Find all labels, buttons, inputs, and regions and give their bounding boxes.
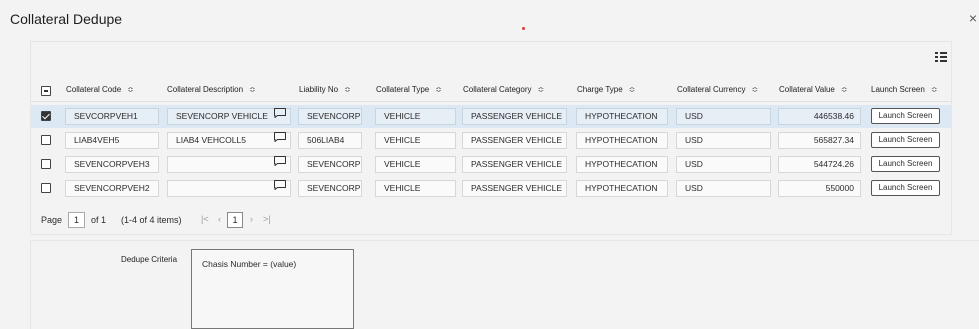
sort-icon[interactable]: ≎ bbox=[629, 85, 636, 94]
collateral-description-cell: SEVENCORP VEHICLE bbox=[167, 108, 291, 125]
launch-screen-button[interactable]: Launch Screen bbox=[871, 132, 940, 148]
collateral-currency-cell: USD bbox=[676, 156, 771, 173]
last-page-icon[interactable]: >| bbox=[263, 214, 271, 224]
collateral-currency-cell: USD bbox=[676, 132, 771, 149]
collateral-description-cell bbox=[167, 156, 291, 173]
collateral-value-cell: 544724.26 bbox=[778, 156, 861, 173]
page-count-label: of 1 bbox=[91, 215, 107, 225]
collateral-code-cell: SEVENCORPVEH2 bbox=[65, 180, 159, 197]
header-label: Launch Screen bbox=[871, 85, 925, 94]
dedupe-criteria-textarea[interactable]: Chasis Number = (value) bbox=[191, 249, 354, 329]
header-liability-no[interactable]: Liability No ≎ bbox=[299, 85, 351, 94]
pagination-bar: Page 1 of 1 (1-4 of 4 items) |< ‹ 1 › >| bbox=[31, 209, 951, 231]
page-label: Page bbox=[41, 215, 63, 225]
next-page-icon[interactable]: › bbox=[250, 214, 253, 224]
table-row[interactable]: SEVENCORPVEH3 SEVENCORP VEHICLE PASSENGE… bbox=[31, 153, 951, 176]
header-collateral-category[interactable]: Collateral Category ≎ bbox=[463, 85, 544, 94]
sort-icon[interactable]: ≎ bbox=[931, 85, 938, 94]
header-collateral-type[interactable]: Collateral Type ≎ bbox=[376, 85, 442, 94]
header-label: Collateral Code bbox=[66, 85, 122, 94]
page-number-input[interactable]: 1 bbox=[68, 212, 85, 228]
dedupe-criteria-label: Dedupe Criteria bbox=[121, 255, 178, 264]
row-checkbox[interactable] bbox=[41, 135, 51, 145]
liability-no-cell: 506LIAB4 bbox=[298, 132, 362, 149]
items-count-label: (1-4 of 4 items) bbox=[121, 215, 182, 225]
header-collateral-currency[interactable]: Collateral Currency ≎ bbox=[677, 85, 758, 94]
collateral-category-cell: PASSENGER VEHICLE bbox=[462, 180, 567, 197]
header-collateral-description[interactable]: Collateral Description ≎ bbox=[167, 85, 256, 94]
collateral-value-cell: 446538.46 bbox=[778, 108, 861, 125]
dialog-title: Collateral Dedupe bbox=[10, 11, 123, 27]
sort-icon[interactable]: ≎ bbox=[435, 85, 442, 94]
table-row[interactable]: LIAB4VEH5 LIAB4 VEHCOLL5 506LIAB4 VEHICL… bbox=[31, 129, 951, 152]
dialog-header: Collateral Dedupe × bbox=[0, 0, 979, 40]
charge-type-cell: HYPOTHECATION bbox=[576, 108, 668, 125]
header-collateral-code[interactable]: Collateral Code ≎ bbox=[66, 85, 134, 94]
header-label: Collateral Type bbox=[376, 85, 430, 94]
collateral-currency-cell: USD bbox=[676, 108, 771, 125]
collateral-grid: Collateral Code ≎ Collateral Description ≎… bbox=[30, 41, 952, 235]
collateral-value-cell: 565827.34 bbox=[778, 132, 861, 149]
current-page-button[interactable]: 1 bbox=[227, 212, 243, 228]
sort-icon[interactable]: ≎ bbox=[127, 85, 134, 94]
comment-icon[interactable] bbox=[274, 180, 286, 190]
collateral-type-cell: VEHICLE bbox=[375, 180, 456, 197]
collateral-type-cell: VEHICLE bbox=[375, 156, 456, 173]
select-all-checkbox[interactable] bbox=[41, 86, 51, 96]
header-label: Collateral Value bbox=[779, 85, 835, 94]
sort-icon[interactable]: ≎ bbox=[249, 85, 256, 94]
header-label: Collateral Category bbox=[463, 85, 532, 94]
launch-screen-button[interactable]: Launch Screen bbox=[871, 108, 940, 124]
liability-no-cell: SEVENCORP bbox=[298, 108, 362, 125]
table-row[interactable]: SEVCORPVEH1 SEVENCORP VEHICLE SEVENCORP … bbox=[31, 105, 951, 128]
collateral-type-cell: VEHICLE bbox=[375, 132, 456, 149]
launch-screen-button[interactable]: Launch Screen bbox=[871, 156, 940, 172]
collateral-category-cell: PASSENGER VEHICLE bbox=[462, 108, 567, 125]
collateral-description-cell bbox=[167, 180, 291, 197]
liability-no-cell: SEVENCORP bbox=[298, 180, 362, 197]
previous-page-icon[interactable]: ‹ bbox=[218, 214, 221, 224]
header-label: Collateral Description bbox=[167, 85, 244, 94]
comment-icon[interactable] bbox=[274, 108, 286, 118]
launch-screen-button[interactable]: Launch Screen bbox=[871, 180, 940, 196]
collateral-category-cell: PASSENGER VEHICLE bbox=[462, 132, 567, 149]
header-charge-type[interactable]: Charge Type ≎ bbox=[577, 85, 635, 94]
header-collateral-value[interactable]: Collateral Value ≎ bbox=[779, 85, 848, 94]
liability-no-cell: SEVENCORP bbox=[298, 156, 362, 173]
row-checkbox[interactable] bbox=[41, 111, 51, 121]
status-dot bbox=[522, 27, 525, 30]
row-checkbox[interactable] bbox=[41, 159, 51, 169]
comment-icon[interactable] bbox=[274, 156, 286, 166]
sort-icon[interactable]: ≎ bbox=[344, 85, 351, 94]
collateral-description-cell: LIAB4 VEHCOLL5 bbox=[167, 132, 291, 149]
collateral-type-cell: VEHICLE bbox=[375, 108, 456, 125]
header-launch-screen[interactable]: Launch Screen ≎ bbox=[871, 85, 938, 94]
header-label: Liability No bbox=[299, 85, 339, 94]
collateral-category-cell: PASSENGER VEHICLE bbox=[462, 156, 567, 173]
header-label: Charge Type bbox=[577, 85, 623, 94]
sort-icon[interactable]: ≎ bbox=[841, 85, 848, 94]
sort-icon[interactable]: ≎ bbox=[537, 85, 544, 94]
header-label: Collateral Currency bbox=[677, 85, 746, 94]
grid-header-row: Collateral Code ≎ Collateral Description ≎… bbox=[31, 80, 951, 102]
collateral-code-cell: SEVCORPVEH1 bbox=[65, 108, 159, 125]
charge-type-cell: HYPOTHECATION bbox=[576, 180, 668, 197]
collateral-value-cell: 550000 bbox=[778, 180, 861, 197]
row-checkbox[interactable] bbox=[41, 183, 51, 193]
column-settings-icon[interactable] bbox=[935, 52, 947, 62]
collateral-code-cell: SEVENCORPVEH3 bbox=[65, 156, 159, 173]
table-row[interactable]: SEVENCORPVEH2 SEVENCORP VEHICLE PASSENGE… bbox=[31, 177, 951, 200]
dedupe-criteria-panel: Dedupe Criteria Chasis Number = (value) bbox=[30, 240, 979, 329]
first-page-icon[interactable]: |< bbox=[201, 214, 209, 224]
close-icon[interactable]: × bbox=[969, 10, 977, 26]
comment-icon[interactable] bbox=[274, 132, 286, 142]
collateral-code-cell: LIAB4VEH5 bbox=[65, 132, 159, 149]
collateral-currency-cell: USD bbox=[676, 180, 771, 197]
sort-icon[interactable]: ≎ bbox=[751, 85, 758, 94]
charge-type-cell: HYPOTHECATION bbox=[576, 156, 668, 173]
charge-type-cell: HYPOTHECATION bbox=[576, 132, 668, 149]
